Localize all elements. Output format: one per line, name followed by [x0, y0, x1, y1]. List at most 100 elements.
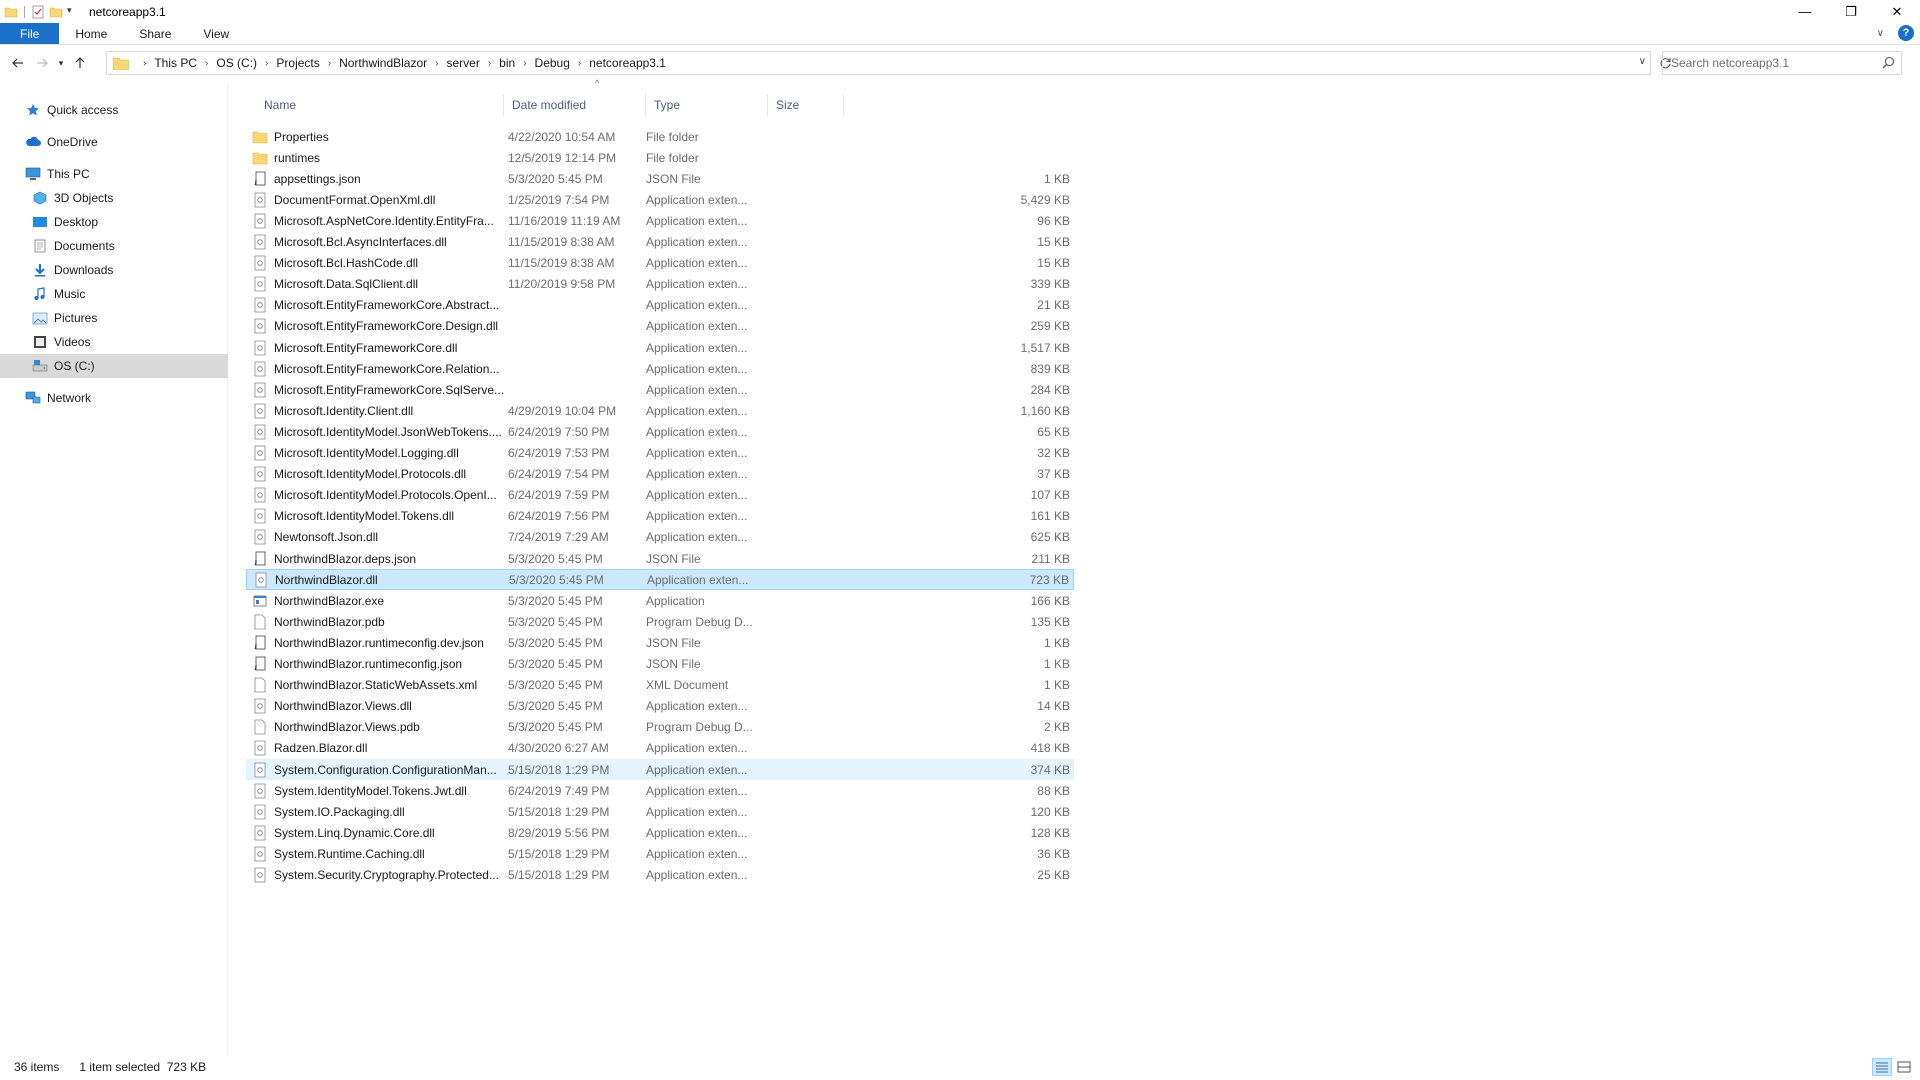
forward-button[interactable] — [30, 51, 54, 75]
crumb-projects[interactable]: Projects — [276, 56, 319, 70]
column-header-type[interactable]: Type — [646, 94, 768, 116]
table-row[interactable]: Microsoft.EntityFrameworkCore.dll Applica… — [246, 337, 1074, 358]
nav-item-this-pc[interactable]: This PC — [0, 162, 228, 186]
file-size: 128 KB — [1030, 825, 1070, 840]
table-row[interactable]: Microsoft.EntityFrameworkCore.Relation..… — [246, 358, 1074, 379]
table-row[interactable]: Microsoft.Identity.Client.dll 4/29/2019 1… — [246, 400, 1074, 421]
table-row[interactable]: System.IO.Packaging.dll 5/15/2018 1:29 PM… — [246, 801, 1074, 822]
nav-item-downloads[interactable]: Downloads — [0, 258, 228, 282]
column-header-name[interactable]: Name — [246, 94, 504, 116]
table-row[interactable]: Newtonsoft.Json.dll 7/24/2019 7:29 AM Appl… — [246, 527, 1074, 548]
chevron-right-icon[interactable]: › — [488, 58, 491, 69]
properties-icon[interactable] — [31, 5, 45, 19]
crumb-northwindblazor[interactable]: NorthwindBlazor — [339, 56, 427, 70]
file-list: ^ Name Date modified Type Size Propertie… — [230, 78, 1920, 1054]
table-row[interactable]: NorthwindBlazor.runtimeconfig.json 5/3/20… — [246, 654, 1074, 675]
tab-view[interactable]: View — [187, 23, 245, 44]
search-input[interactable] — [1671, 56, 1871, 70]
crumb-netcoreapp[interactable]: netcoreapp3.1 — [589, 56, 666, 70]
back-button[interactable] — [6, 51, 30, 75]
chevron-right-icon[interactable]: › — [523, 58, 526, 69]
table-row[interactable]: Microsoft.IdentityModel.Protocols.dll 6/2… — [246, 464, 1074, 485]
minimize-button[interactable]: — — [1782, 0, 1828, 23]
nav-item-videos[interactable]: Videos — [0, 330, 228, 354]
up-button[interactable] — [68, 51, 92, 75]
table-row[interactable]: NorthwindBlazor.exe 5/3/2020 5:45 PM Appli… — [246, 590, 1074, 611]
table-row[interactable]: runtimes 12/5/2019 12:14 PM File folder — [246, 147, 1074, 168]
nav-item-music[interactable]: Music — [0, 282, 228, 306]
table-row[interactable]: DocumentFormat.OpenXml.dll 1/25/2019 7:54… — [246, 189, 1074, 210]
table-row[interactable]: Microsoft.IdentityModel.JsonWebTokens...… — [246, 421, 1074, 442]
table-row[interactable]: NorthwindBlazor.StaticWebAssets.xml 5/3/2… — [246, 675, 1074, 696]
restore-button[interactable]: ❐ — [1828, 0, 1874, 23]
help-icon[interactable]: ? — [1898, 25, 1914, 41]
nav-item-onedrive[interactable]: OneDrive — [0, 130, 228, 154]
chevron-right-icon[interactable]: › — [143, 58, 146, 69]
chevron-right-icon[interactable]: › — [435, 58, 438, 69]
file-size: 1 KB — [1043, 635, 1070, 650]
nav-item-desktop[interactable]: Desktop — [0, 210, 228, 234]
tab-file[interactable]: File — [0, 23, 60, 44]
table-row[interactable]: System.Linq.Dynamic.Core.dll 8/29/2019 5:… — [246, 822, 1074, 843]
new-folder-icon[interactable] — [49, 5, 63, 19]
address-history-chevron-icon[interactable]: ∨ — [1639, 56, 1646, 67]
crumb-debug[interactable]: Debug — [535, 56, 570, 70]
column-header-size[interactable]: Size — [768, 94, 844, 116]
table-row[interactable]: Microsoft.EntityFrameworkCore.Abstract..… — [246, 295, 1074, 316]
table-row[interactable]: Microsoft.IdentityModel.Protocols.OpenI.… — [246, 485, 1074, 506]
search-icon[interactable] — [1882, 56, 1895, 72]
nav-item-3d-objects[interactable]: 3D Objects — [0, 186, 228, 210]
large-icons-view-button[interactable] — [1894, 1058, 1914, 1076]
table-row[interactable]: Microsoft.EntityFrameworkCore.SqlServe..… — [246, 379, 1074, 400]
address-bar[interactable]: › This PC › OS (C:) › Projects › Northwi… — [106, 51, 1651, 75]
table-row[interactable]: Microsoft.Bcl.HashCode.dll 11/15/2019 8:3… — [246, 253, 1074, 274]
table-row[interactable]: Properties 4/22/2020 10:54 AM File folder — [246, 126, 1074, 147]
table-row[interactable]: NorthwindBlazor.dll 5/3/2020 5:45 PM Appli… — [246, 569, 1074, 591]
dll-file-icon — [252, 382, 268, 398]
recent-locations-button[interactable]: ▾ — [54, 51, 68, 75]
table-row[interactable]: Microsoft.AspNetCore.Identity.EntityFra.… — [246, 210, 1074, 231]
table-row[interactable]: NorthwindBlazor.pdb 5/3/2020 5:45 PM Progr… — [246, 611, 1074, 632]
table-row[interactable]: System.Runtime.Caching.dll 5/15/2018 1:29… — [246, 843, 1074, 864]
tab-share[interactable]: Share — [123, 23, 187, 44]
customize-qat-chevron-icon[interactable]: ▾ — [67, 5, 77, 19]
nav-item-quick-access[interactable]: Quick access — [0, 98, 228, 122]
dll-file-icon — [252, 508, 268, 524]
crumb-server[interactable]: server — [446, 56, 479, 70]
table-row[interactable]: Microsoft.Bcl.AsyncInterfaces.dll 11/15/2… — [246, 232, 1074, 253]
close-button[interactable]: ✕ — [1874, 0, 1920, 23]
crumb-this-pc[interactable]: This PC — [154, 56, 197, 70]
table-row[interactable]: NorthwindBlazor.deps.json 5/3/2020 5:45 P… — [246, 548, 1074, 569]
nav-item-network[interactable]: Network — [0, 386, 228, 410]
chevron-right-icon[interactable]: › — [205, 58, 208, 69]
ribbon-tabs: File Home Share View ∨ ? — [0, 23, 1920, 45]
column-header-date[interactable]: Date modified — [504, 94, 646, 116]
file-size: 5,429 KB — [1020, 192, 1070, 207]
file-type: Application exten... — [646, 256, 748, 271]
expand-ribbon-chevron-icon[interactable]: ∨ — [1877, 28, 1884, 39]
table-row[interactable]: System.Security.Cryptography.Protected..… — [246, 865, 1074, 886]
table-row[interactable]: Microsoft.EntityFrameworkCore.Design.dll… — [246, 316, 1074, 337]
nav-item-documents[interactable]: Documents — [0, 234, 228, 258]
star-icon — [25, 102, 41, 118]
table-row[interactable]: NorthwindBlazor.Views.pdb 5/3/2020 5:45 P… — [246, 717, 1074, 738]
table-row[interactable]: appsettings.json 5/3/2020 5:45 PM JSON Fil… — [246, 168, 1074, 189]
table-row[interactable]: System.Configuration.ConfigurationMan...… — [246, 759, 1074, 780]
table-row[interactable]: NorthwindBlazor.runtimeconfig.dev.json 5/… — [246, 632, 1074, 653]
crumb-bin[interactable]: bin — [499, 56, 515, 70]
table-row[interactable]: Microsoft.IdentityModel.Tokens.dll 6/24/2… — [246, 506, 1074, 527]
table-row[interactable]: Microsoft.Data.SqlClient.dll 11/20/2019 9… — [246, 274, 1074, 295]
table-row[interactable]: NorthwindBlazor.Views.dll 5/3/2020 5:45 P… — [246, 696, 1074, 717]
tab-home[interactable]: Home — [59, 23, 123, 44]
chevron-right-icon[interactable]: › — [265, 58, 268, 69]
table-row[interactable]: Radzen.Blazor.dll 4/30/2020 6:27 AM Applic… — [246, 738, 1074, 759]
chevron-right-icon[interactable]: › — [328, 58, 331, 69]
crumb-os-c[interactable]: OS (C:) — [216, 56, 257, 70]
nav-item-os-c[interactable]: OS (C:) — [0, 354, 228, 378]
details-view-button[interactable] — [1872, 1058, 1892, 1076]
chevron-right-icon[interactable]: › — [578, 58, 581, 69]
table-row[interactable]: System.IdentityModel.Tokens.Jwt.dll 6/24/… — [246, 780, 1074, 801]
file-size: 37 KB — [1037, 467, 1070, 482]
nav-item-pictures[interactable]: Pictures — [0, 306, 228, 330]
table-row[interactable]: Microsoft.IdentityModel.Logging.dll 6/24/… — [246, 443, 1074, 464]
